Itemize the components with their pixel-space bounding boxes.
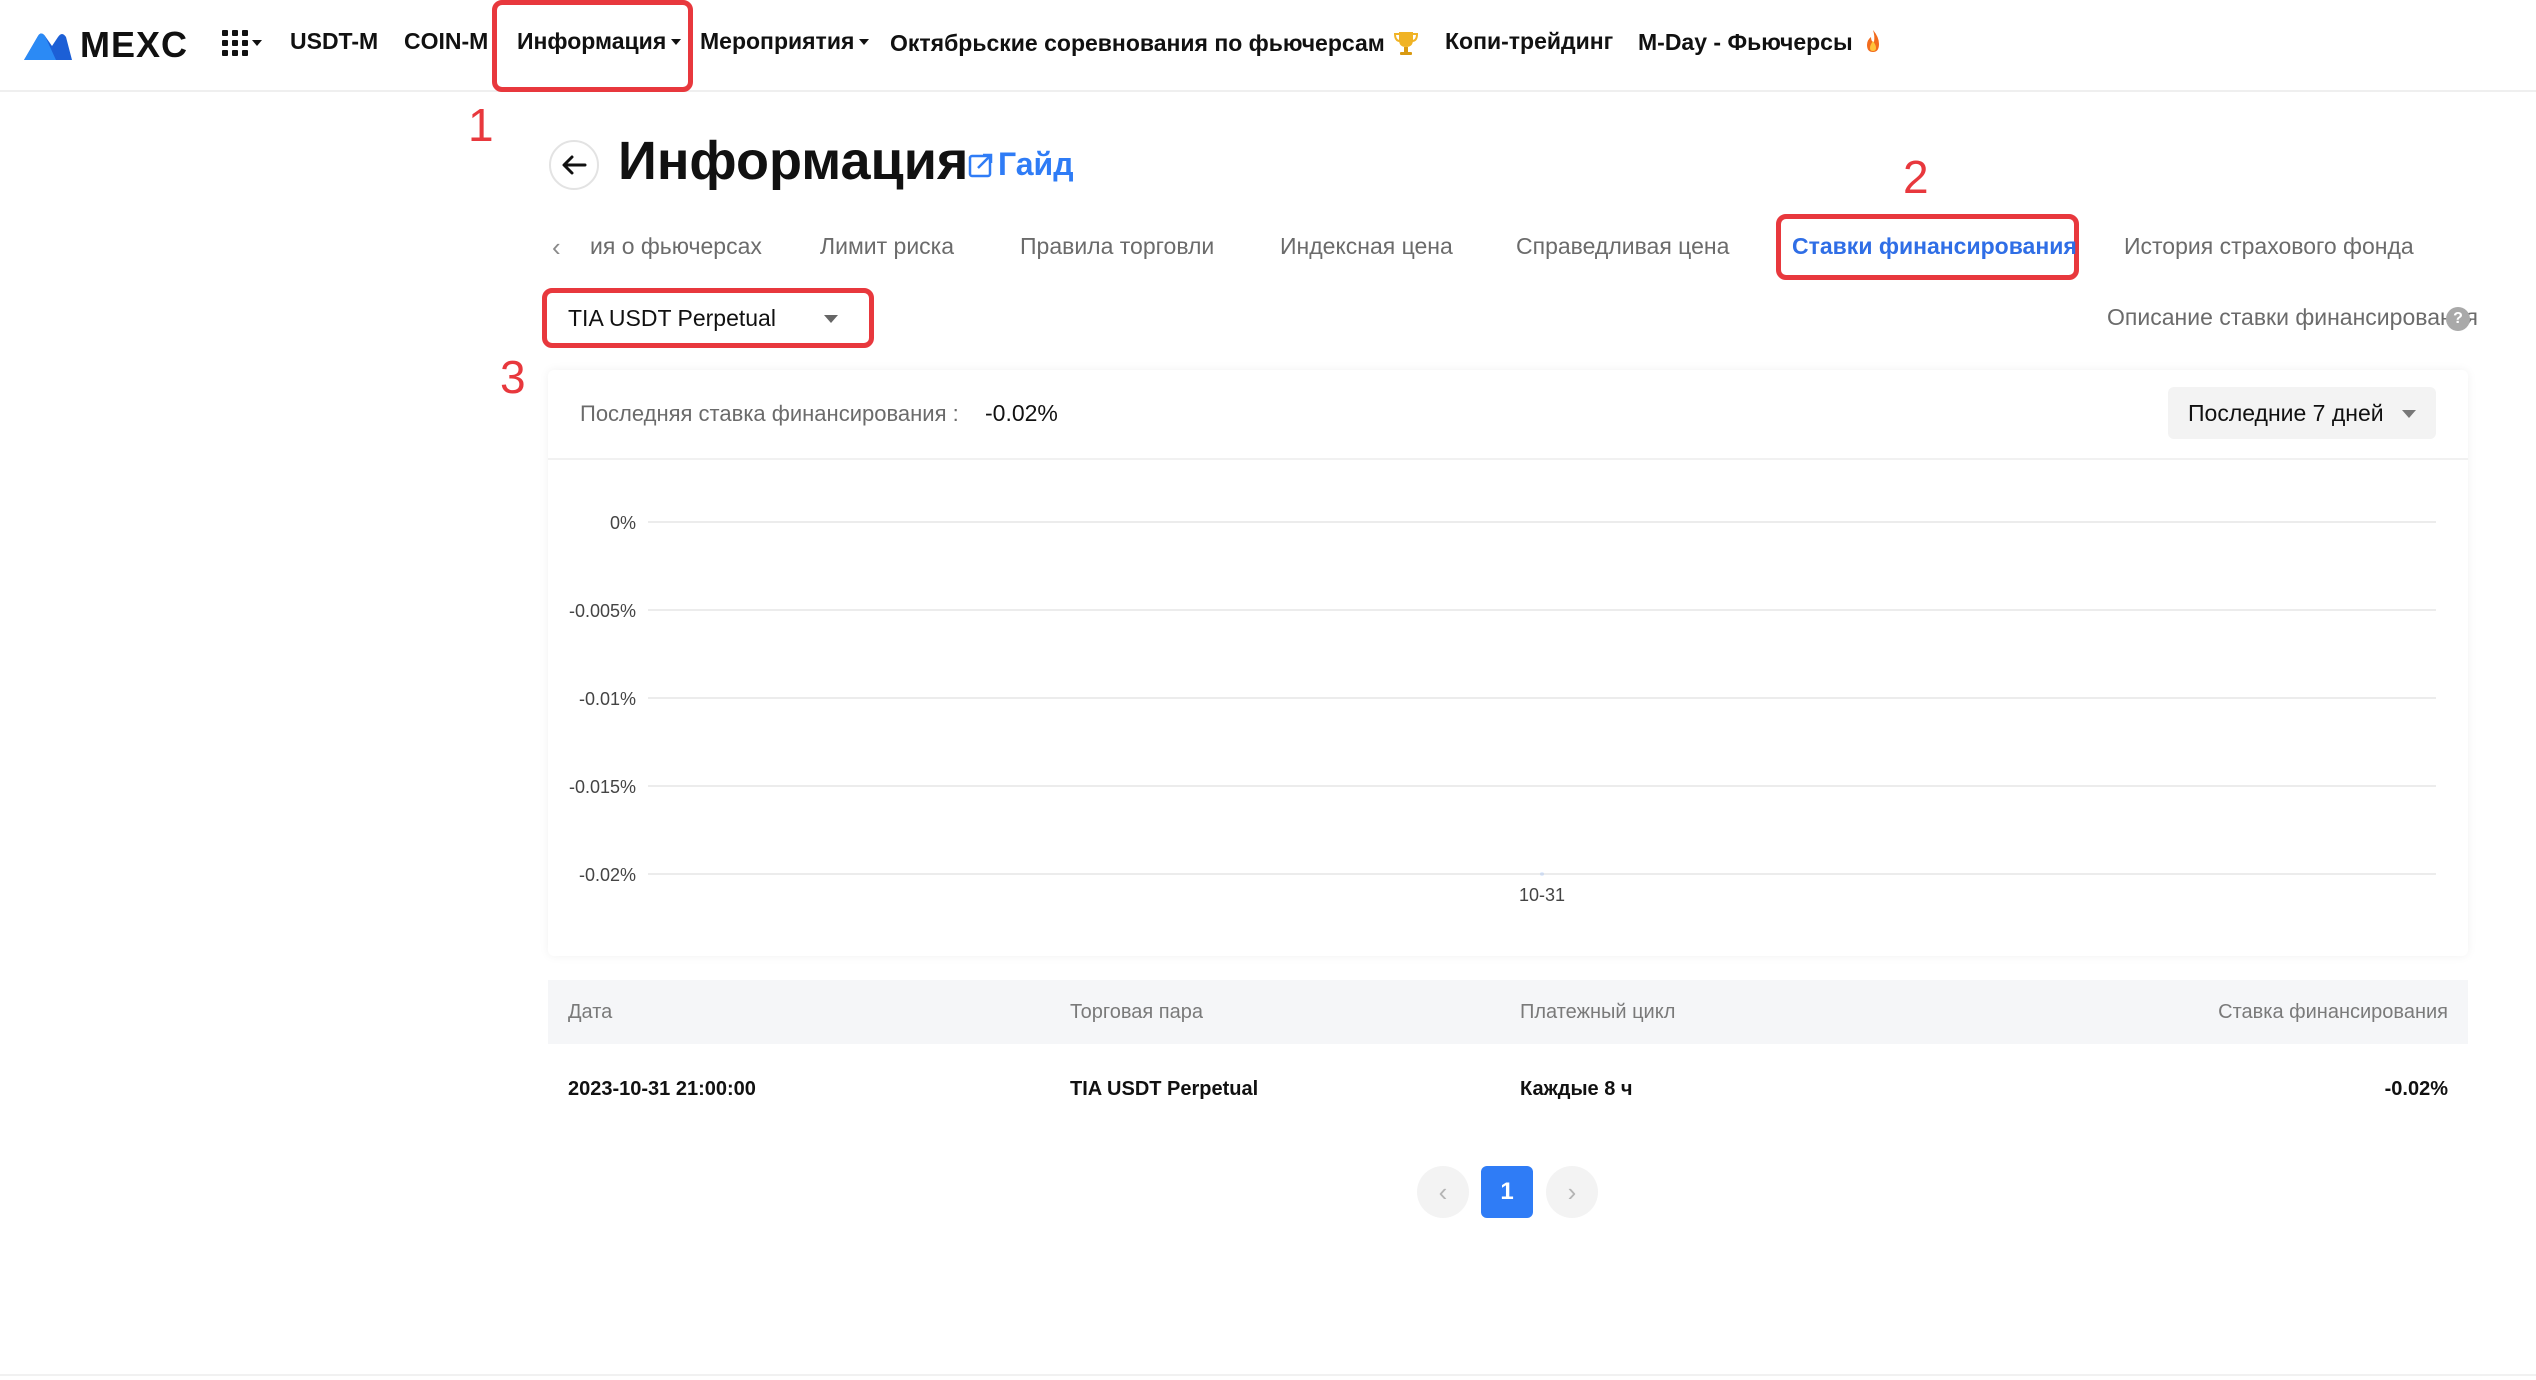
tab-insurance-fund-history[interactable]: История страхового фонда <box>2124 233 2414 260</box>
annotation-number-2: 2 <box>1903 151 1929 203</box>
tab-risk-limit[interactable]: Лимит риска <box>820 233 954 260</box>
top-navigation: MEXC USDT-M COIN-M Информация Мероприяти… <box>0 0 2536 92</box>
nav-copy-label: Копи-трейдинг <box>1445 28 1614 54</box>
annotation-number-1: 1 <box>468 99 494 151</box>
fire-icon <box>1866 30 1879 52</box>
trophy-icon <box>1393 32 1418 55</box>
apps-menu-button[interactable] <box>222 30 262 56</box>
guide-label: Гайд <box>998 146 1074 182</box>
column-header-cycle: Платежный цикл <box>1520 1001 1676 1023</box>
caret-down-icon <box>824 315 838 323</box>
tab-index-price[interactable]: Индексная цена <box>1280 233 1453 260</box>
funding-description-link[interactable]: Описание ставки финансирования <box>2107 304 2478 331</box>
tab-fair-price[interactable]: Справедливая цена <box>1516 233 1729 260</box>
external-link-icon <box>968 153 993 177</box>
grid-icon <box>222 30 248 56</box>
tab-futures-info[interactable]: ия о фьючерсах <box>590 233 762 260</box>
guide-link[interactable]: Гайд <box>968 146 1074 183</box>
pagination-page-1[interactable]: 1 <box>1481 1166 1533 1218</box>
nav-coin-m-label: COIN-M <box>404 28 489 54</box>
column-header-pair: Торговая пара <box>1070 1001 1203 1023</box>
nav-usdt-m[interactable]: USDT-M <box>290 28 378 55</box>
mexc-mountain-icon <box>24 33 72 60</box>
back-button[interactable] <box>549 140 599 190</box>
pagination-prev-button[interactable]: ‹ <box>1417 1166 1469 1218</box>
caret-down-icon <box>671 38 682 45</box>
x-tick-label: 10-31 <box>1519 885 1565 905</box>
column-header-rate: Ставка финансирования <box>2218 1001 2448 1023</box>
table-header-row <box>548 980 2468 1044</box>
column-header-date: Дата <box>568 1001 613 1023</box>
help-icon[interactable]: ? <box>2446 307 2470 331</box>
y-tick-label: 0% <box>610 513 636 533</box>
y-tick-label: -0.01% <box>579 689 636 709</box>
arrow-left-icon <box>562 155 587 175</box>
last-rate-label: Последняя ставка финансирования : <box>580 401 959 426</box>
nav-coin-m[interactable]: COIN-M <box>404 28 488 55</box>
nav-october-competition[interactable]: Октябрьские соревнования по фьючерсам <box>890 28 1421 58</box>
mexc-logo[interactable]: MEXC <box>22 24 188 66</box>
trading-pair-select[interactable]: TIA USDT Perpetual <box>552 296 864 340</box>
cell-cycle: Каждые 8 ч <box>1520 1078 1633 1100</box>
brand-name: MEXC <box>80 24 189 65</box>
footer-divider <box>0 1374 2536 1376</box>
y-tick-label: -0.005% <box>569 601 636 621</box>
nav-copy-trading[interactable]: Копи-трейдинг <box>1445 28 1613 55</box>
nav-events[interactable]: Мероприятия <box>700 28 870 55</box>
tabs-scroll-left-button[interactable]: ‹ <box>552 232 561 263</box>
last-rate-value: -0.02% <box>985 400 1058 426</box>
time-range-select[interactable]: Последние 7 дней <box>2168 387 2436 439</box>
caret-down-icon <box>252 40 262 46</box>
cell-date: 2023-10-31 21:00:00 <box>568 1078 756 1100</box>
annotation-number-3: 3 <box>500 351 526 403</box>
caret-down-icon <box>2402 410 2416 418</box>
tab-funding-rates[interactable]: Ставки финансирования <box>1792 233 2077 260</box>
nav-info-label: Информация <box>517 28 667 54</box>
funding-rate-chart: 0% -0.005% -0.01% -0.015% -0.02% 10-31 <box>569 513 2436 905</box>
time-range-value: Последние 7 дней <box>2188 399 2384 426</box>
nav-usdt-m-label: USDT-M <box>290 28 379 54</box>
caret-down-icon <box>859 38 870 45</box>
data-point <box>1540 872 1544 876</box>
nav-mday-label: M-Day - Фьючерсы <box>1638 28 1853 55</box>
tab-trading-rules[interactable]: Правила торговли <box>1020 233 1214 260</box>
nav-october-label: Октябрьские соревнования по фьючерсам <box>890 29 1385 56</box>
nav-info[interactable]: Информация <box>517 28 682 55</box>
cell-rate: -0.02% <box>2384 1078 2448 1100</box>
pagination-next-button[interactable]: › <box>1546 1166 1598 1218</box>
nav-events-label: Мероприятия <box>700 28 855 54</box>
page-title: Информация <box>618 131 969 191</box>
nav-mday[interactable]: M-Day - Фьючерсы <box>1638 28 1885 56</box>
cell-pair: TIA USDT Perpetual <box>1070 1078 1259 1100</box>
trading-pair-value: TIA USDT Perpetual <box>568 304 776 331</box>
y-tick-label: -0.015% <box>569 777 636 797</box>
y-tick-label: -0.02% <box>579 865 636 885</box>
